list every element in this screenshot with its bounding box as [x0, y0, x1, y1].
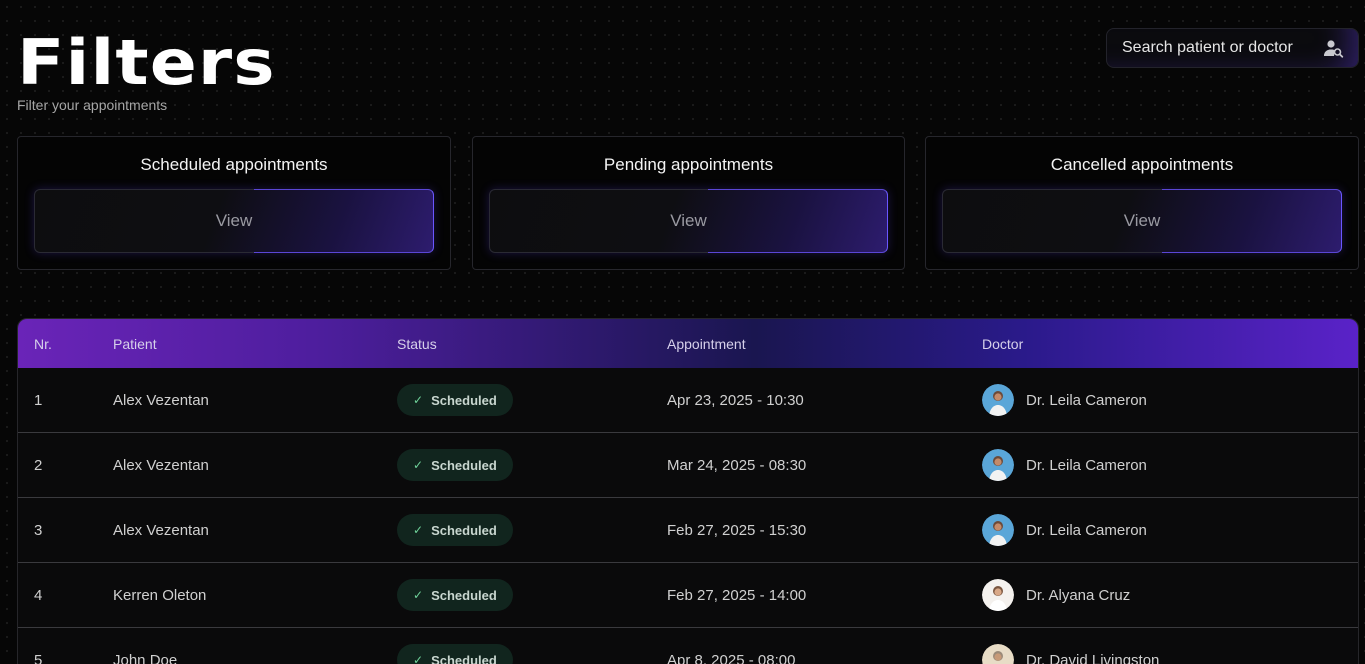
column-header-doctor[interactable]: Doctor: [982, 336, 1358, 352]
column-header-patient[interactable]: Patient: [113, 336, 397, 352]
view-scheduled-button[interactable]: View: [34, 189, 434, 253]
status-label: Scheduled: [431, 522, 497, 538]
user-search-icon[interactable]: [1320, 35, 1346, 61]
status-badge: ✓ Scheduled: [397, 514, 513, 546]
patient-name: Alex Vezentan: [113, 521, 209, 539]
status-badge: ✓ Scheduled: [397, 384, 513, 416]
table-row[interactable]: 3 Alex Vezentan ✓ Scheduled Feb 27, 2025 …: [18, 498, 1358, 563]
row-number: 4: [34, 586, 43, 604]
status-label: Scheduled: [431, 457, 497, 473]
status-label: Scheduled: [431, 652, 497, 664]
filter-cards: Scheduled appointments View Pending appo…: [17, 136, 1359, 270]
patient-name: Kerren Oleton: [113, 586, 207, 604]
appointment-datetime: Feb 27, 2025 - 14:00: [667, 586, 807, 604]
view-cancelled-button[interactable]: View: [942, 189, 1342, 253]
doctor-name: Dr. Leila Cameron: [1026, 391, 1147, 409]
row-number: 3: [34, 521, 43, 539]
table-header: Nr. Patient Status Appointment Doctor: [18, 319, 1358, 368]
status-label: Scheduled: [431, 392, 497, 408]
status-badge: ✓ Scheduled: [397, 644, 513, 664]
doctor-avatar: [982, 644, 1014, 664]
appointment-datetime: Apr 8, 2025 - 08:00: [667, 651, 796, 664]
patient-name: John Doe: [113, 651, 178, 664]
search-input[interactable]: Search patient or doctor: [1122, 39, 1320, 57]
table-row[interactable]: 1 Alex Vezentan ✓ Scheduled Apr 23, 2025 …: [18, 368, 1358, 433]
page-subtitle: Filter your appointments: [17, 97, 168, 113]
status-label: Scheduled: [431, 587, 497, 603]
check-icon: ✓: [413, 588, 424, 602]
table-row[interactable]: 4 Kerren Oleton ✓ Scheduled Feb 27, 2025 …: [18, 563, 1358, 628]
row-number: 5: [34, 651, 43, 664]
row-number: 1: [34, 391, 43, 409]
appointments-filters-page: Filters Filter your appointments Search …: [0, 0, 1365, 664]
card-title-cancelled: Cancelled appointments: [1050, 155, 1234, 174]
column-header-status[interactable]: Status: [397, 336, 667, 352]
doctor-name: Dr. David Livingston: [1026, 651, 1160, 664]
search-field[interactable]: Search patient or doctor: [1106, 28, 1359, 68]
column-header-appointment[interactable]: Appointment: [667, 336, 982, 352]
doctor-avatar: [982, 579, 1014, 611]
check-icon: ✓: [413, 458, 424, 472]
card-cancelled: Cancelled appointments View: [925, 136, 1359, 270]
patient-name: Alex Vezentan: [113, 456, 209, 474]
table-row[interactable]: 2 Alex Vezentan ✓ Scheduled Mar 24, 2025 …: [18, 433, 1358, 498]
doctor-avatar: [982, 384, 1014, 416]
patient-name: Alex Vezentan: [113, 391, 209, 409]
row-number: 2: [34, 456, 43, 474]
card-title-scheduled: Scheduled appointments: [140, 155, 328, 174]
doctor-avatar: [982, 514, 1014, 546]
card-scheduled: Scheduled appointments View: [17, 136, 451, 270]
check-icon: ✓: [413, 523, 424, 537]
card-title-pending: Pending appointments: [603, 155, 774, 174]
table-row[interactable]: 5 John Doe ✓ Scheduled Apr 8, 2025 - 08:0…: [18, 628, 1358, 664]
doctor-name: Dr. Alyana Cruz: [1026, 586, 1131, 604]
appointment-datetime: Feb 27, 2025 - 15:30: [667, 521, 807, 539]
check-icon: ✓: [413, 653, 424, 664]
view-pending-button[interactable]: View: [489, 189, 888, 253]
doctor-name: Dr. Leila Cameron: [1026, 456, 1147, 474]
appointment-datetime: Apr 23, 2025 - 10:30: [667, 391, 804, 409]
card-pending: Pending appointments View: [472, 136, 905, 270]
appointment-datetime: Mar 24, 2025 - 08:30: [667, 456, 807, 474]
doctor-avatar: [982, 449, 1014, 481]
doctor-name: Dr. Leila Cameron: [1026, 521, 1147, 539]
column-header-nr[interactable]: Nr.: [18, 336, 113, 352]
appointments-table: Nr. Patient Status Appointment Doctor 1 …: [17, 318, 1359, 664]
status-badge: ✓ Scheduled: [397, 449, 513, 481]
check-icon: ✓: [413, 393, 424, 407]
status-badge: ✓ Scheduled: [397, 579, 513, 611]
page-title: Filters: [17, 26, 276, 99]
